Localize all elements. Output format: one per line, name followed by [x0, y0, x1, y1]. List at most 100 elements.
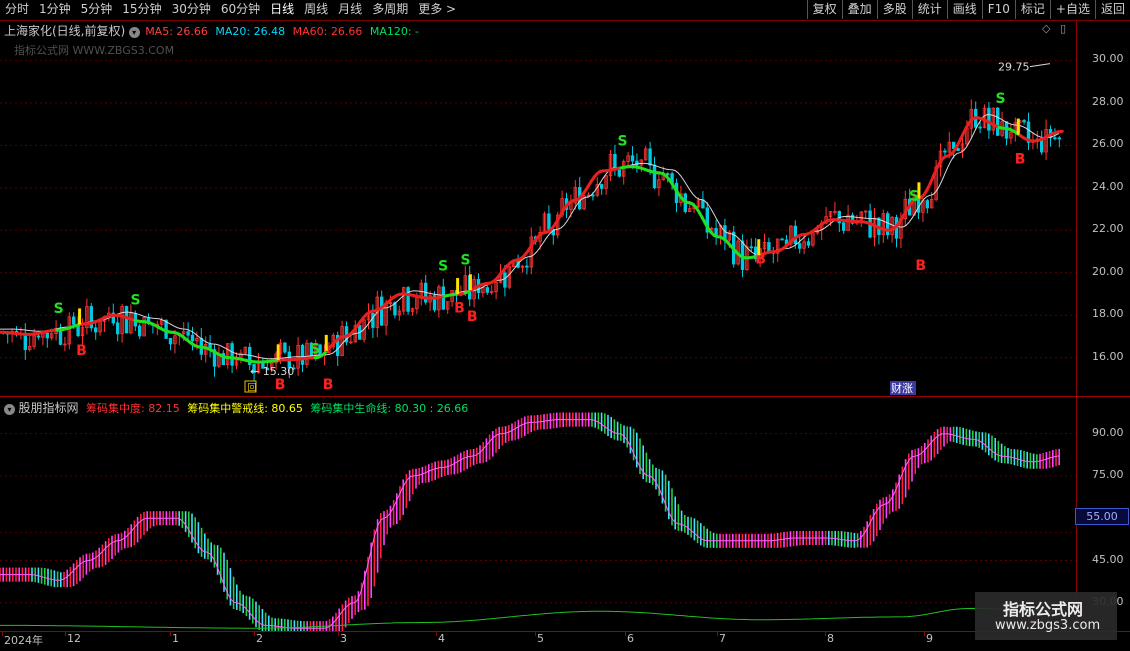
date-tick-label: 3	[340, 632, 347, 645]
buy-signal-bar	[757, 239, 760, 255]
price-tick-label: 26.00	[1092, 137, 1124, 150]
low-price-label: ← 15.30	[250, 365, 294, 378]
period-tab-3[interactable]: 15分钟	[117, 0, 166, 19]
stock-title: 上海家化(日线,前复权)	[4, 24, 125, 38]
main-legend: 上海家化(日线,前复权) ▾ MA5: 26.66 MA20: 26.48 MA…	[4, 22, 419, 39]
candle-body	[526, 266, 529, 267]
price-tick-label: 30.00	[1092, 52, 1124, 65]
price-tick-label: 18.00	[1092, 307, 1124, 320]
period-tab-10[interactable]: 更多 >	[413, 0, 461, 19]
buy-signal-label: B	[1015, 152, 1026, 168]
buy-signal-label: B	[467, 309, 478, 325]
buy-signal-label: B	[323, 377, 334, 393]
price-tick-label: 16.00	[1092, 350, 1124, 363]
indicator-chart[interactable]	[0, 397, 1076, 631]
ma120-label: MA120: -	[370, 25, 419, 38]
buy-signal-bar	[325, 335, 328, 351]
function-button-4[interactable]: 画线	[947, 0, 982, 19]
period-tab-2[interactable]: 5分钟	[76, 0, 118, 19]
date-tick-mark	[2, 632, 3, 636]
candle-body	[957, 149, 960, 151]
function-button-3[interactable]: 统计	[912, 0, 947, 19]
indicator-tick-label: 75.00	[1092, 468, 1124, 481]
candle-body	[138, 326, 141, 336]
buy-signal-bar	[456, 278, 459, 294]
candle-body	[380, 297, 383, 325]
sell-signal-label: S	[909, 189, 919, 205]
period-tab-5[interactable]: 60分钟	[216, 0, 265, 19]
price-tick-label: 24.00	[1092, 180, 1124, 193]
date-tick-label: 1	[172, 632, 179, 645]
candle-body	[1023, 121, 1026, 122]
period-tab-6[interactable]: 日线	[265, 0, 299, 19]
candle-body	[807, 242, 810, 245]
period-tab-9[interactable]: 多周期	[367, 0, 413, 19]
candle-body	[116, 323, 119, 334]
candle-body	[988, 108, 991, 130]
candle-body	[191, 335, 194, 341]
buy-signal-label: B	[275, 377, 286, 393]
date-tick-mark	[170, 632, 171, 636]
panel-toggle-icon[interactable]: ▯	[1060, 22, 1066, 35]
period-tab-1[interactable]: 1分钟	[34, 0, 76, 19]
kline-panel[interactable]: BBBBBBBBSSSSSSSS29.75← 15.30回财涨	[0, 20, 1076, 396]
buy-signal-label: B	[755, 252, 766, 268]
square-marker-text: 回	[248, 383, 257, 394]
candle-body	[944, 151, 947, 152]
candle-body	[750, 247, 753, 248]
price-axis	[1076, 20, 1130, 632]
high-price-label: 29.75	[998, 61, 1030, 74]
function-button-0[interactable]: 复权	[807, 0, 842, 19]
candle-body	[72, 317, 75, 324]
candle-body	[649, 149, 652, 165]
date-tick-mark	[924, 632, 925, 636]
kline-chart[interactable]: BBBBBBBBSSSSSSSS29.75← 15.30回财涨	[0, 20, 1076, 396]
legend-dropdown-icon[interactable]: ▾	[129, 27, 140, 38]
buy-signal-bar	[1017, 119, 1020, 135]
candle-body	[372, 313, 375, 327]
period-tab-8[interactable]: 月线	[333, 0, 367, 19]
indicator-tick-label: 90.00	[1092, 426, 1124, 439]
candle-body	[37, 336, 40, 337]
date-tick-mark	[625, 632, 626, 636]
candle-body	[125, 306, 128, 332]
candle-body	[169, 338, 172, 343]
sell-signal-label: S	[438, 259, 448, 275]
buy-signal-bar	[277, 344, 280, 360]
indicator-level-box: 55.00	[1075, 508, 1129, 525]
function-button-1[interactable]: 叠加	[842, 0, 877, 19]
candle-body	[407, 288, 410, 312]
sell-signal-label: S	[461, 252, 471, 268]
date-tick-label: 9	[926, 632, 933, 645]
site-watermark: 指标公式网 www.zbgs3.com	[975, 592, 1117, 640]
candle-body	[781, 239, 784, 240]
candle-body	[926, 201, 929, 208]
function-button-2[interactable]: 多股	[877, 0, 912, 19]
date-tick-label: 4	[438, 632, 445, 645]
candle-body	[548, 214, 551, 230]
function-button-5[interactable]: F10	[982, 0, 1015, 19]
candle-body	[798, 244, 801, 249]
function-button-7[interactable]: +自选	[1050, 0, 1095, 19]
layout-diamond-icon[interactable]: ◇	[1042, 22, 1050, 35]
date-tick-label: 5	[537, 632, 544, 645]
period-tab-7[interactable]: 周线	[299, 0, 333, 19]
indicator-tick-label: 45.00	[1092, 553, 1124, 566]
candle-body	[631, 156, 634, 161]
date-tick-mark	[436, 632, 437, 636]
candle-body	[1058, 138, 1061, 139]
function-button-8[interactable]: 返回	[1095, 0, 1130, 19]
sell-signal-label: S	[996, 91, 1006, 107]
date-tick-mark	[338, 632, 339, 636]
buy-signal-bar	[469, 274, 472, 290]
date-tick-label: 6	[627, 632, 634, 645]
indicator-panel[interactable]	[0, 397, 1076, 631]
candle-body	[1054, 138, 1057, 139]
date-tick-mark	[825, 632, 826, 636]
news-tag-text: 财涨	[891, 381, 913, 395]
date-tick-mark	[717, 632, 718, 636]
function-button-6[interactable]: 标记	[1015, 0, 1050, 19]
sell-signal-label: S	[617, 133, 627, 149]
period-tab-4[interactable]: 30分钟	[167, 0, 216, 19]
period-tab-0[interactable]: 分时	[0, 0, 34, 19]
